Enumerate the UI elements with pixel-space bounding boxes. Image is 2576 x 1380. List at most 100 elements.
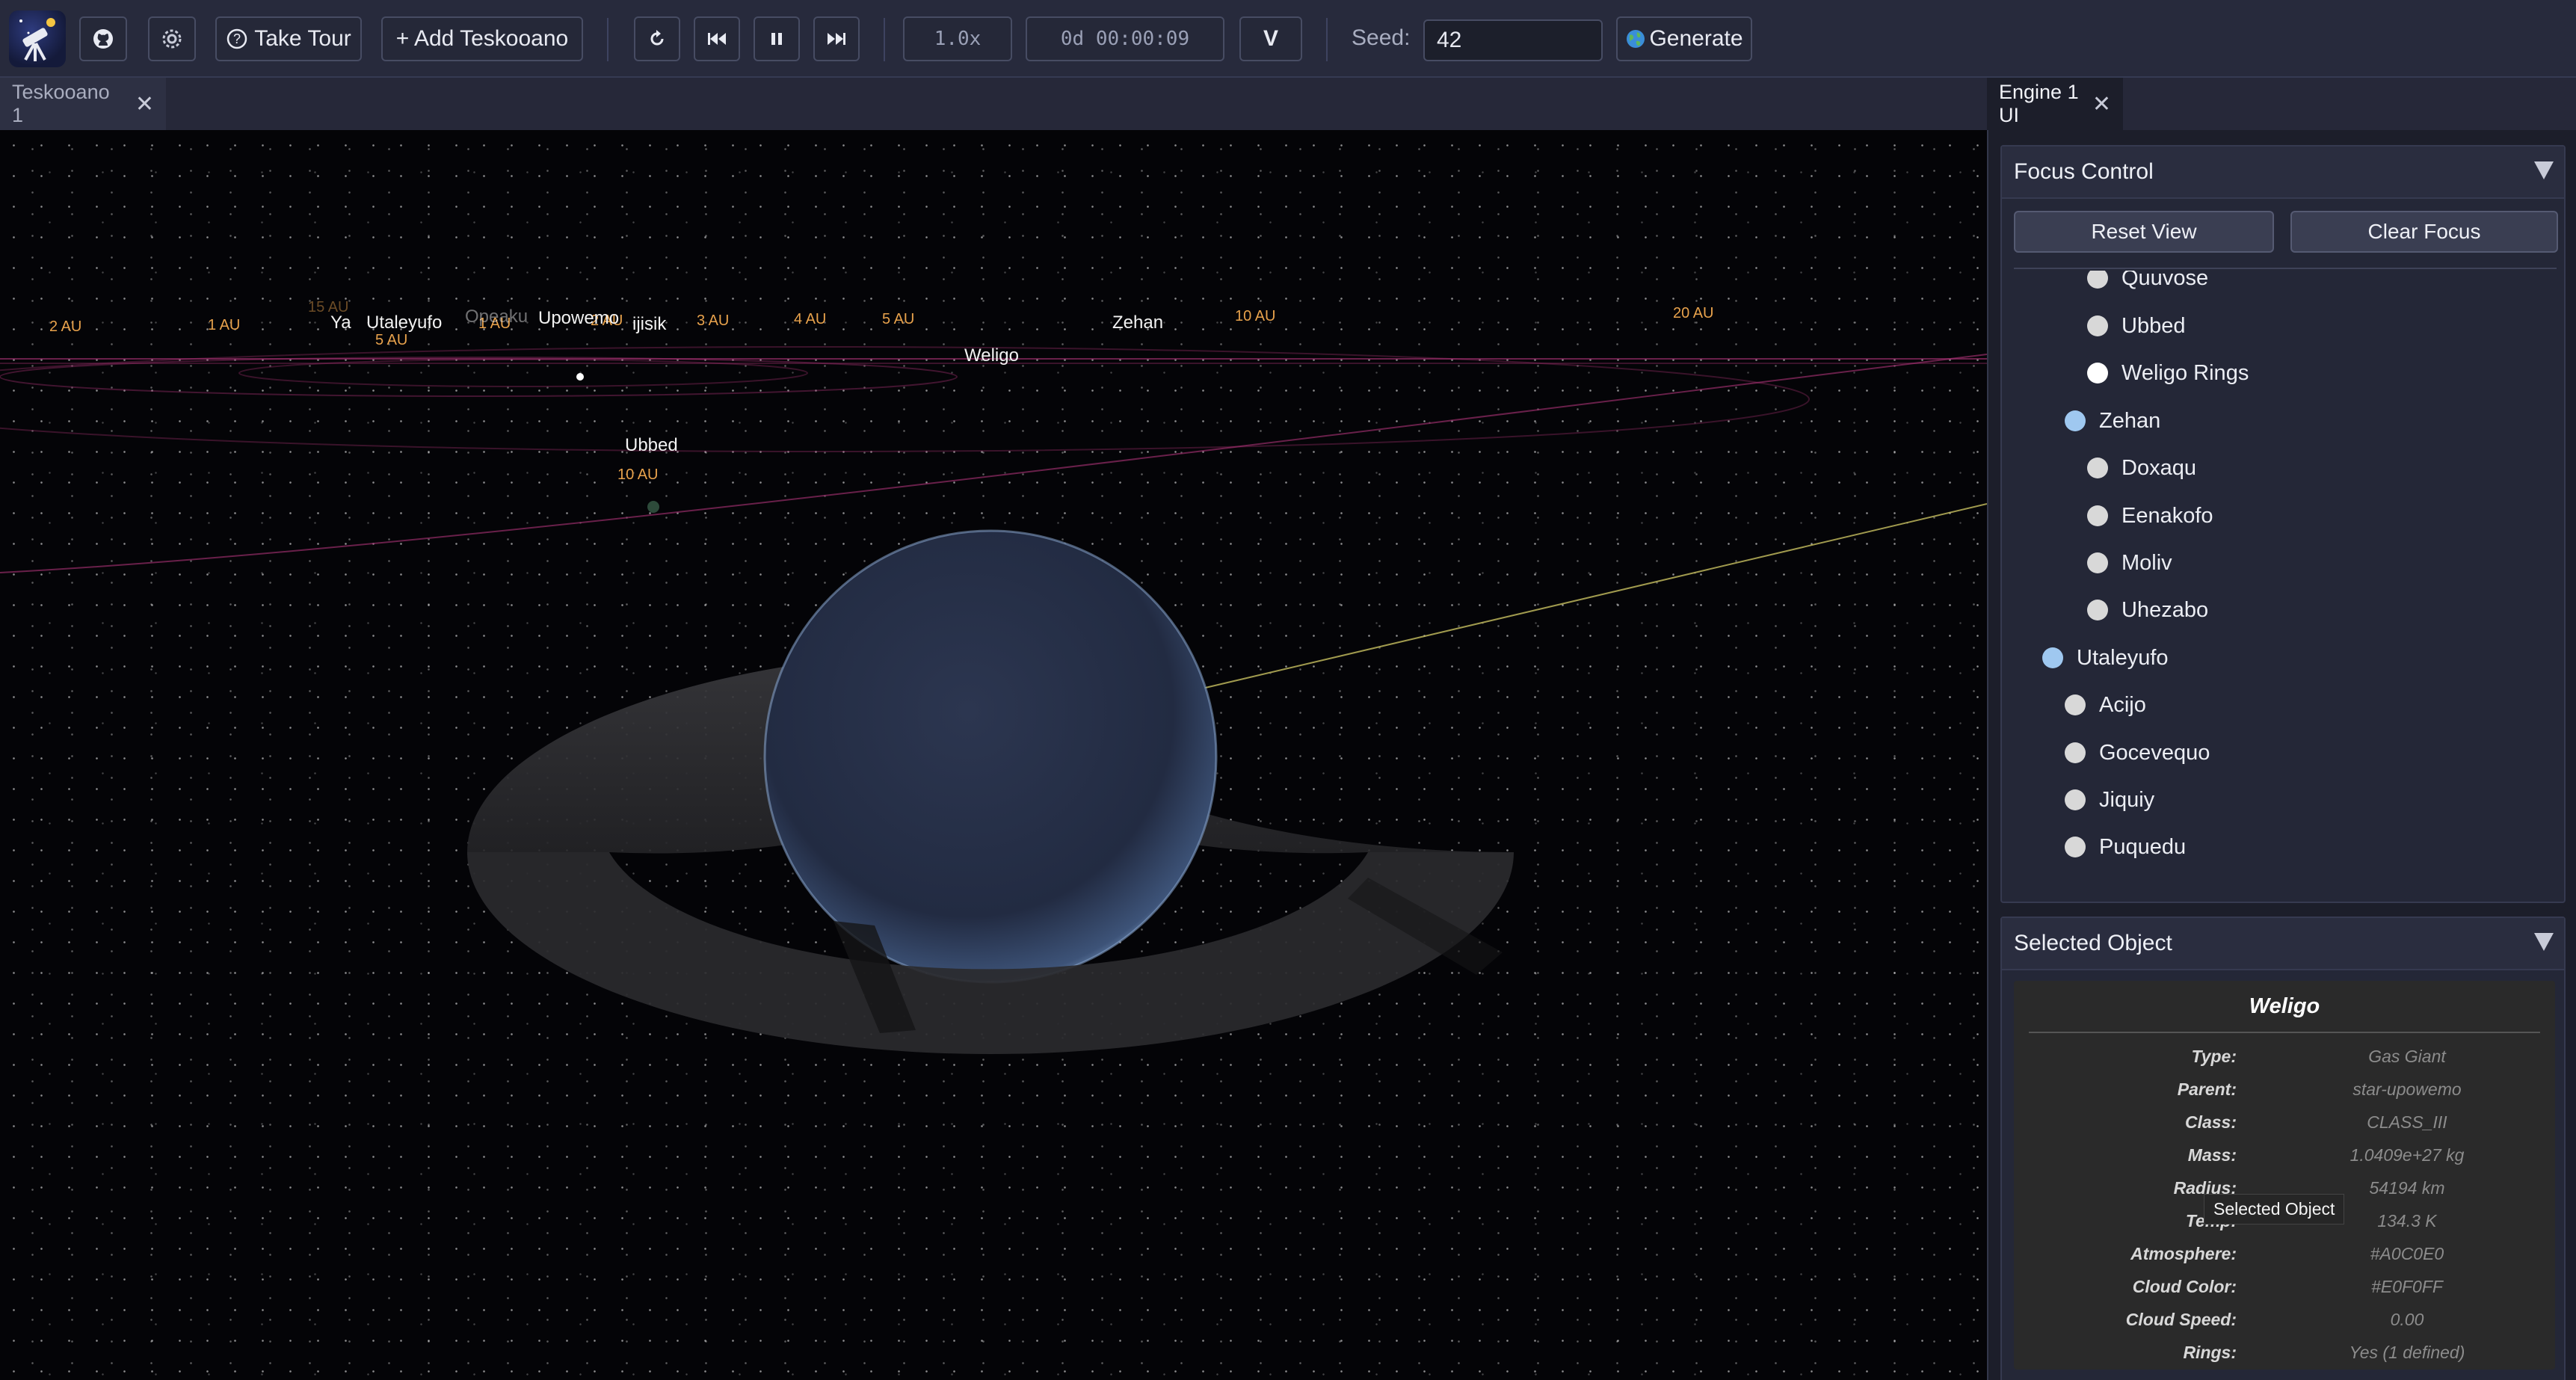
divider <box>884 18 885 61</box>
close-icon[interactable]: ✕ <box>2092 91 2111 117</box>
reset-icon <box>647 29 667 49</box>
detail-row-class: Class: CLASS_III <box>2014 1112 2555 1145</box>
au-marker: 20 AU <box>1673 305 1714 321</box>
reset-button[interactable] <box>634 16 680 61</box>
tree-item[interactable]: Moliv <box>2087 540 2172 585</box>
tree-item[interactable]: Eenakofo <box>2087 493 2213 538</box>
body-label-ijisik[interactable]: ijisik <box>632 314 666 335</box>
selected-object-header[interactable]: Selected Object <box>2002 918 2564 970</box>
github-icon <box>92 28 114 50</box>
body-label-ubbed[interactable]: Ubbed <box>625 435 678 456</box>
detail-value: 1.0409e+27 kg <box>2349 1145 2465 1165</box>
pause-button[interactable] <box>754 16 800 61</box>
detail-value: Yes (1 defined) <box>2349 1343 2465 1362</box>
close-icon[interactable]: ✕ <box>135 91 154 117</box>
detail-key: Rings: <box>2183 1343 2237 1362</box>
viewport-tab-bar: Teskooano 1 ✕ <box>0 78 1987 130</box>
detail-value: star-upowemo <box>2352 1079 2462 1099</box>
question-circle-icon: ? <box>226 28 248 50</box>
settings-button[interactable] <box>148 16 196 61</box>
take-tour-button[interactable]: ? Take Tour <box>215 16 362 61</box>
body-label-zehan[interactable]: Zehan <box>1112 312 1163 333</box>
section-title: Selected Object <box>2014 931 2172 955</box>
tree-item[interactable]: Gocevequo <box>2065 730 2210 775</box>
body-dot-icon <box>2087 363 2108 383</box>
body-label-opeaku[interactable]: Opeaku <box>465 307 528 327</box>
tab-engine-ui[interactable]: Engine 1 UI ✕ <box>1987 78 2123 130</box>
add-teskooano-button[interactable]: + Add Teskooano <box>381 16 583 61</box>
tree-item-label: Jiquiy <box>2099 787 2155 812</box>
github-button[interactable] <box>79 16 127 61</box>
sight-line <box>1173 503 1987 696</box>
tree-item[interactable]: Zehan <box>2065 398 2160 443</box>
tree-item-label: Utaleyufo <box>2077 645 2169 670</box>
body-label-utaleyufo[interactable]: Utaleyufo <box>366 312 442 333</box>
tree-item[interactable]: Quuvose <box>2087 271 2208 301</box>
panel-tab-bar: Engine 1 UI ✕ <box>1987 78 2576 130</box>
tree-item-label: Acijo <box>2099 692 2146 717</box>
body-dot-icon <box>2087 315 2108 336</box>
tree-item-label: Ubbed <box>2121 313 2186 338</box>
tree-item[interactable]: Uhezabo <box>2087 588 2208 632</box>
focus-control-header[interactable]: Focus Control <box>2002 147 2564 199</box>
skip-back-button[interactable] <box>694 16 740 61</box>
body-dot-icon <box>2087 600 2108 620</box>
tree-item[interactable]: Acijo <box>2065 683 2146 727</box>
seed-input[interactable] <box>1423 19 1603 61</box>
body-dot-icon <box>2065 410 2086 431</box>
3d-viewport[interactable]: 2 AU 1 AU 15 AU 5 AU 1 AU 2 AU 3 AU 4 AU… <box>0 130 1987 1380</box>
tab-teskooano-1[interactable]: Teskooano 1 ✕ <box>0 78 166 130</box>
generate-button[interactable]: Generate <box>1616 16 1752 61</box>
au-marker: 4 AU <box>794 311 827 327</box>
body-dot-icon <box>2087 505 2108 526</box>
divider <box>607 18 608 61</box>
tree-item[interactable]: Jiquiy <box>2065 777 2154 822</box>
tab-label: Teskooano 1 <box>12 81 110 126</box>
clear-focus-button[interactable]: Clear Focus <box>2290 211 2558 253</box>
selected-object-section: Selected Object Weligo Type: Gas Giant Pa… <box>2000 917 2566 1380</box>
detail-key: Class: <box>2184 1112 2237 1132</box>
detail-value: #A0C0E0 <box>2370 1244 2444 1263</box>
tree-item[interactable]: Utaleyufo <box>2042 635 2169 680</box>
body-label-upowemo[interactable]: Upowemo <box>538 308 619 329</box>
detail-row-cloud-color: Cloud Color: #E0F0FF <box>2014 1277 2555 1310</box>
body-label-ya[interactable]: Ya <box>330 312 351 333</box>
globe-icon <box>1625 28 1646 49</box>
tree-item-label: Zehan <box>2099 408 2161 433</box>
body-label-weligo[interactable]: Weligo <box>964 345 1019 366</box>
tree-item[interactable]: Puquedu <box>2065 825 2186 869</box>
collapse-triangle-icon[interactable] <box>2534 933 2554 951</box>
object-tree[interactable]: Quuvose Ubbed Weligo Rings Zehan Doxaqu … <box>2002 271 2564 902</box>
reset-view-button[interactable]: Reset View <box>2014 211 2274 253</box>
skip-forward-icon <box>826 31 847 47</box>
tooltip: Selected Object <box>2204 1194 2345 1225</box>
detail-key: Atmosphere: <box>2130 1244 2237 1263</box>
detail-key: Cloud Color: <box>2132 1277 2237 1296</box>
au-marker: 5 AU <box>882 311 915 327</box>
tree-item[interactable]: Weligo Rings <box>2087 351 2249 395</box>
au-marker: 1 AU <box>208 317 241 333</box>
v-button[interactable]: V <box>1239 16 1302 61</box>
tree-item-label: Uhezabo <box>2121 597 2209 622</box>
au-marker: 10 AU <box>1235 308 1276 324</box>
body-dot-icon <box>2087 458 2108 478</box>
generate-label: Generate <box>1649 26 1743 51</box>
detail-row-atmosphere: Atmosphere: #A0C0E0 <box>2014 1244 2555 1277</box>
tree-item-label: Gocevequo <box>2099 740 2210 765</box>
tree-item-label: Weligo Rings <box>2121 360 2249 385</box>
add-teskooano-label: + Add Teskooano <box>395 26 569 51</box>
body-dot-icon <box>2065 694 2086 715</box>
tree-item[interactable]: Doxaqu <box>2087 446 2196 490</box>
body-marker <box>576 373 584 381</box>
skip-forward-button[interactable] <box>813 16 860 61</box>
object-name: Weligo <box>2249 994 2320 1018</box>
planet-weligo <box>765 531 1216 982</box>
tab-label: Engine 1 UI <box>1999 81 2079 126</box>
tree-item[interactable]: Ubbed <box>2087 304 2185 348</box>
pause-icon <box>769 31 784 47</box>
detail-value: Gas Giant <box>2368 1047 2446 1066</box>
engine-ui-panel: Focus Control Reset View Clear Focus Quu… <box>1987 130 2576 1380</box>
collapse-triangle-icon[interactable] <box>2534 161 2554 179</box>
telescope-icon[interactable] <box>9 10 66 67</box>
detail-key: Mass: <box>2187 1145 2237 1165</box>
